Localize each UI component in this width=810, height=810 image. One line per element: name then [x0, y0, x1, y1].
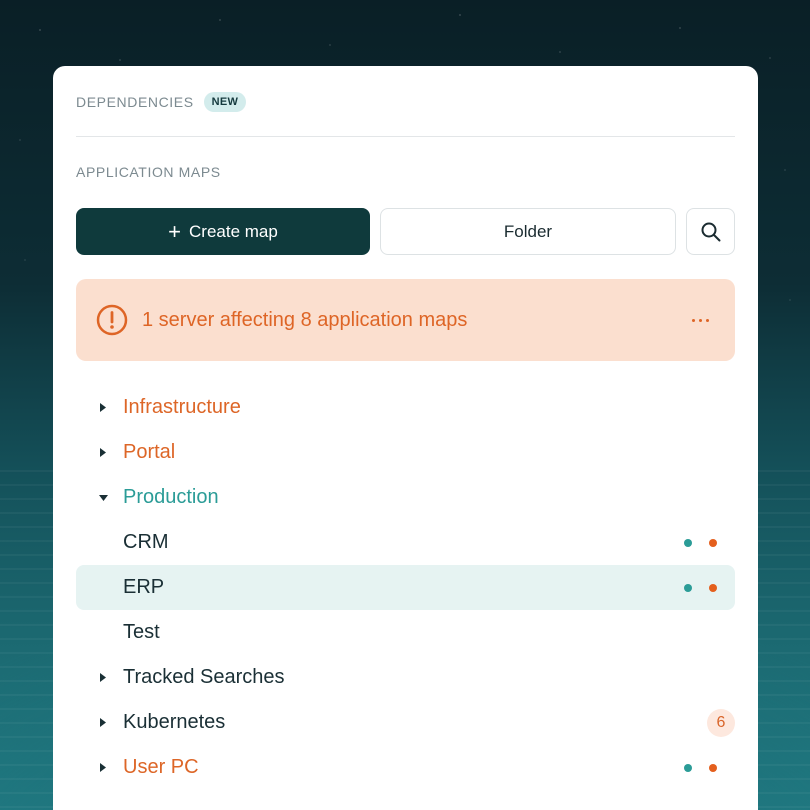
folder-button[interactable]: Folder: [380, 208, 676, 255]
dependencies-panel: DEPENDENCIES NEW APPLICATION MAPS + Crea…: [53, 66, 758, 810]
create-map-label: Create map: [189, 221, 278, 241]
create-map-button[interactable]: + Create map: [76, 208, 370, 255]
tree-item-user-pc[interactable]: User PC: [76, 745, 735, 790]
tree-item-label: Tracked Searches: [123, 666, 285, 688]
tree-item-production[interactable]: Production: [76, 475, 735, 520]
status-dot-teal: [684, 583, 692, 592]
status-dot-orange: [709, 538, 717, 547]
tree-item-label: Production: [123, 486, 219, 508]
application-map-tree: Infrastructure Portal Production CRM ERP: [76, 385, 735, 790]
alert-text: 1 server affecting 8 application maps: [142, 308, 468, 331]
divider: [76, 136, 735, 137]
tree-item-label: User PC: [123, 756, 199, 778]
caret-right-icon[interactable]: [98, 403, 108, 413]
tree-item-portal[interactable]: Portal: [76, 430, 735, 475]
tree-item-label: Infrastructure: [123, 396, 241, 418]
plus-icon: +: [168, 218, 182, 244]
tree-item-label: Portal: [123, 441, 176, 463]
status-dots: [684, 583, 717, 592]
tree-item-label: Test: [123, 621, 160, 643]
search-button[interactable]: [686, 208, 735, 255]
tree-item-tracked-searches[interactable]: Tracked Searches: [76, 655, 735, 700]
exclamation-circle-icon: [96, 304, 128, 336]
tree-item-erp[interactable]: ERP: [76, 565, 735, 610]
caret-right-icon[interactable]: [98, 448, 108, 458]
count-badge: 6: [707, 708, 735, 737]
caret-down-icon[interactable]: [98, 493, 108, 503]
tree-item-kubernetes[interactable]: Kubernetes 6: [76, 700, 735, 745]
section-title: DEPENDENCIES: [76, 94, 194, 110]
tree-item-label: Kubernetes: [123, 711, 226, 733]
folder-label: Folder: [503, 221, 553, 241]
search-icon: [701, 222, 720, 241]
tree-item-label: CRM: [123, 531, 169, 553]
section-header: DEPENDENCIES NEW: [76, 90, 247, 114]
status-dot-teal: [684, 763, 692, 772]
status-dot-teal: [684, 538, 692, 547]
tree-item-test[interactable]: Test: [76, 610, 735, 655]
caret-right-icon[interactable]: [98, 673, 108, 683]
status-dots: [684, 763, 717, 772]
more-horizontal-icon[interactable]: [685, 310, 715, 330]
status-dot-orange: [709, 763, 717, 772]
caret-right-icon[interactable]: [98, 718, 108, 728]
status-dot-orange: [709, 583, 717, 592]
tree-item-infrastructure[interactable]: Infrastructure: [76, 385, 735, 430]
new-badge: NEW: [203, 92, 247, 112]
server-alert-banner[interactable]: 1 server affecting 8 application maps: [76, 279, 735, 361]
subsection-title: APPLICATION MAPS: [76, 164, 221, 180]
status-dots: [684, 538, 717, 547]
tree-item-crm[interactable]: CRM: [76, 520, 735, 565]
tree-item-label: ERP: [123, 576, 165, 598]
caret-right-icon[interactable]: [98, 763, 108, 773]
